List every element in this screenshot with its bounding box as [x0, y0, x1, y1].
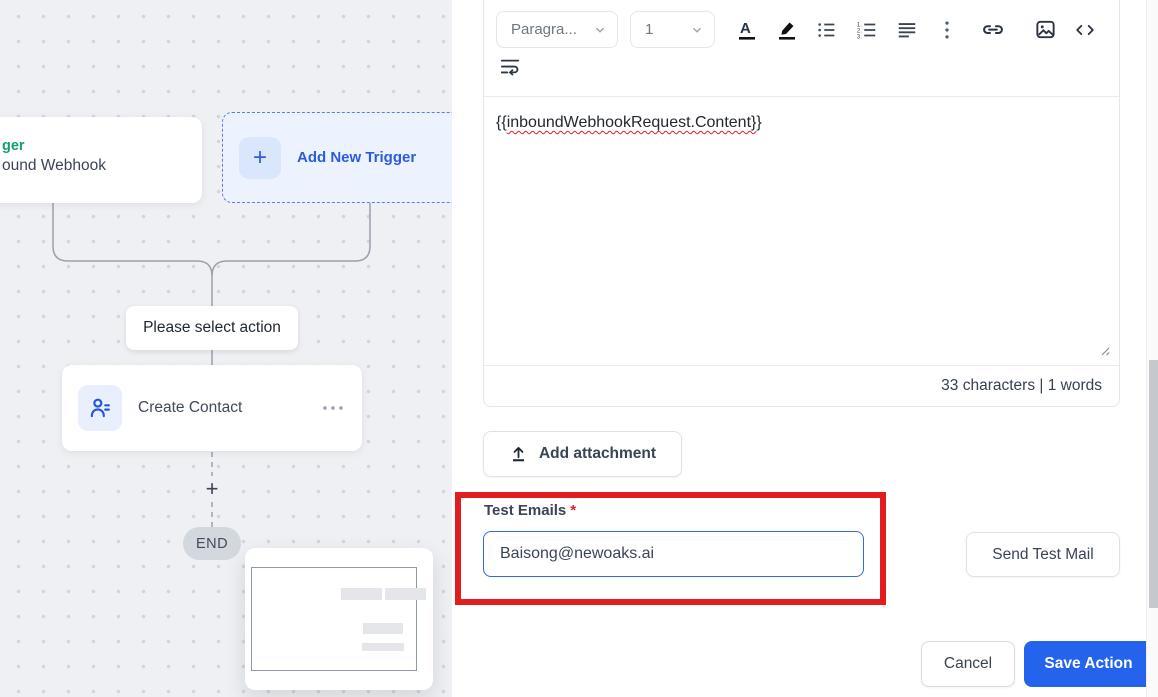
create-contact-action-card[interactable]: Create Contact — [62, 365, 362, 451]
trigger-card-subtitle: ound Webhook — [2, 157, 106, 174]
add-new-trigger-label: Add New Trigger — [297, 149, 417, 166]
svg-text:A: A — [740, 20, 751, 37]
resize-handle[interactable] — [1098, 344, 1110, 356]
insert-link-icon[interactable] — [979, 16, 1007, 44]
test-emails-input[interactable] — [483, 531, 864, 577]
upload-icon — [512, 446, 524, 462]
panel-scrollbar[interactable] — [1146, 0, 1158, 697]
font-size-value: 1 — [645, 21, 654, 38]
test-emails-label: Test Emails * — [484, 502, 576, 519]
select-action-label: Please select action — [126, 306, 298, 350]
editor-toolbar-row2 — [484, 48, 1119, 96]
insert-image-icon[interactable] — [1031, 16, 1059, 44]
body-close-brace: } — [756, 114, 762, 131]
add-attachment-button[interactable]: Add attachment — [483, 431, 682, 477]
trigger-card-title: ger — [2, 138, 25, 154]
bullet-list-icon[interactable] — [813, 16, 841, 44]
highlight-icon[interactable] — [773, 16, 801, 44]
placeholder-bar — [341, 588, 382, 600]
text-wrap-icon[interactable] — [498, 56, 522, 78]
plus-icon: + — [239, 136, 281, 179]
add-step-button[interactable]: + — [200, 476, 224, 502]
workflow-canvas[interactable]: ger ound Webhook + Add New Trigger Pleas… — [0, 0, 452, 697]
email-body-input[interactable]: {{inboundWebhookRequest.Content}} — [484, 97, 1119, 365]
code-view-icon[interactable] — [1071, 16, 1099, 44]
ordered-list-icon[interactable]: 1. 2. 3. — [853, 16, 881, 44]
rich-text-editor: Paragra... 1 A 1. 2. 3. {{inboundWebhook… — [483, 0, 1120, 407]
character-count: 33 characters | 1 words — [941, 377, 1102, 394]
editor-toolbar: Paragra... 1 A 1. 2. 3. — [484, 0, 1119, 48]
placeholder-bar — [363, 623, 403, 634]
create-contact-label: Create Contact — [138, 399, 243, 416]
workflow-builder-page: ger ound Webhook + Add New Trigger Pleas… — [0, 0, 1158, 697]
placeholder-bar — [385, 588, 426, 600]
save-action-button[interactable]: Save Action — [1024, 641, 1153, 687]
body-merge-variable: inboundWebhookRequest.Content} — [506, 114, 757, 131]
align-icon[interactable] — [893, 16, 921, 44]
end-badge: END — [183, 527, 241, 560]
test-emails-label-text: Test Emails — [484, 502, 567, 519]
email-action-panel: Paragra... 1 A 1. 2. 3. {{inboundWebhook… — [452, 0, 1158, 697]
font-color-icon[interactable]: A — [733, 16, 761, 44]
inbound-webhook-trigger-card[interactable]: ger ound Webhook — [0, 117, 202, 203]
cancel-button[interactable]: Cancel — [921, 641, 1015, 687]
chevron-down-icon — [596, 27, 604, 33]
ellipsis-horizontal-icon[interactable] — [322, 405, 344, 411]
svg-text:3.: 3. — [857, 34, 862, 40]
placeholder-bar — [362, 643, 404, 651]
add-attachment-label: Add attachment — [538, 445, 657, 462]
send-test-mail-button[interactable]: Send Test Mail — [966, 532, 1120, 577]
body-open-braces: {{ — [496, 114, 507, 131]
contact-card-icon — [78, 385, 122, 431]
required-asterisk: * — [570, 502, 577, 519]
chevron-down-icon — [693, 27, 701, 33]
more-options-icon[interactable] — [933, 16, 961, 44]
font-size-select[interactable]: 1 — [630, 11, 715, 48]
paragraph-style-value: Paragra... — [511, 21, 577, 38]
preview-frame — [251, 567, 417, 671]
preview-thumbnail-card — [245, 548, 433, 690]
add-new-trigger-button[interactable]: + Add New Trigger — [222, 112, 452, 203]
paragraph-style-select[interactable]: Paragra... — [496, 11, 618, 48]
scrollbar-thumb[interactable] — [1148, 360, 1158, 608]
